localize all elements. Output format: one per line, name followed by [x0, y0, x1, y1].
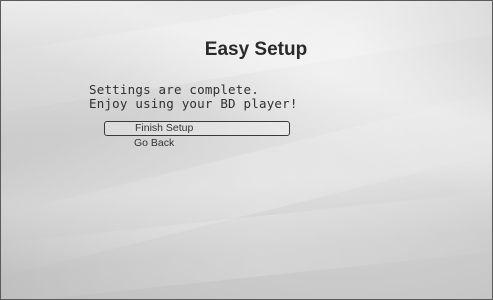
message-line-2: Enjoy using your BD player!: [89, 96, 298, 111]
message-line-1: Settings are complete.: [89, 82, 259, 97]
easy-setup-screen: Easy Setup Settings are complete. Enjoy …: [0, 0, 493, 300]
setup-menu: Finish Setup Go Back: [104, 121, 290, 151]
go-back-button[interactable]: Go Back: [104, 136, 290, 151]
page-title: Easy Setup: [204, 39, 308, 60]
finish-setup-button[interactable]: Finish Setup: [104, 121, 290, 136]
completion-message: Settings are complete. Enjoy using your …: [89, 83, 298, 111]
background-sheen: [1, 184, 492, 299]
